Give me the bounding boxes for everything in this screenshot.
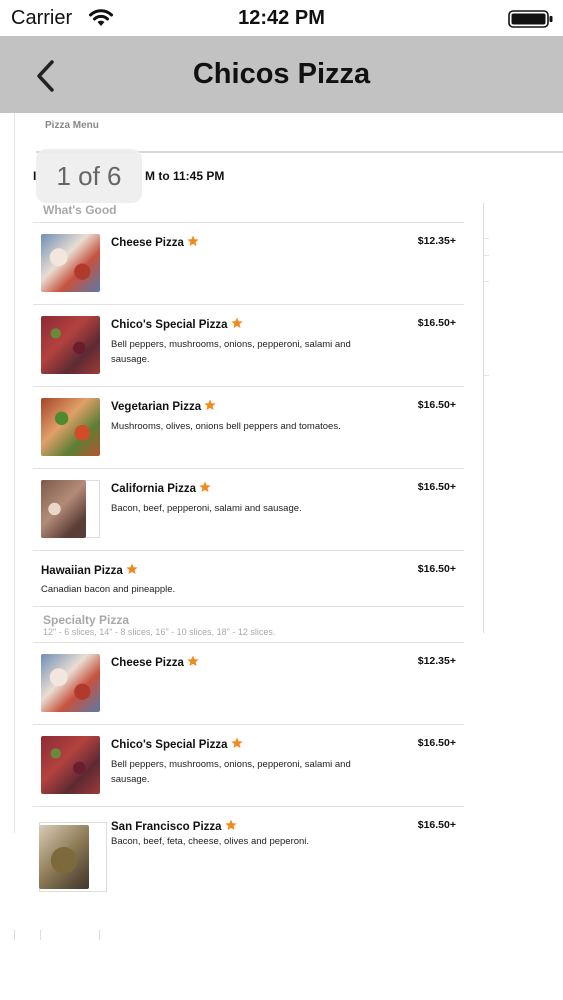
menu-item[interactable]: Cheese Pizza $12.35+ [33,643,464,725]
item-description: Bacon, beef, pepperoni, salami and sausa… [111,503,302,514]
section-subtitle: 12" - 6 slices, 14" - 8 slices, 16" - 10… [43,627,276,637]
divider [99,930,100,940]
star-icon [204,399,216,410]
item-description: Canadian bacon and pineapple. [41,584,176,595]
divider [40,930,41,940]
item-name: San Francisco Pizza [111,819,237,833]
pizza-photo [41,398,100,456]
item-price: $16.50+ [417,819,456,831]
item-name: California Pizza [111,481,211,495]
menu-item[interactable]: Chico's Special Pizza Bell peppers, mush… [33,725,464,807]
item-price: $16.50+ [417,481,456,493]
menu-item[interactable]: California Pizza Bacon, beef, pepperoni,… [33,469,464,551]
star-icon [224,819,237,830]
item-price: $16.50+ [417,737,456,749]
star-icon [230,317,243,328]
pizza-photo [41,234,100,292]
item-name: Cheese Pizza [111,235,199,249]
hours-text: M to 11:45 PM [145,169,225,183]
pizza-photo [41,316,100,374]
item-price: $16.50+ [417,563,456,575]
item-price: $12.35+ [417,235,456,247]
document-viewer[interactable]: Pizza Menu I M to 11:45 PM What's Good C… [0,113,563,1000]
item-description: Bell peppers, mushrooms, onions, peppero… [111,339,351,365]
status-time: 12:42 PM [238,7,325,29]
item-price: $12.35+ [417,655,456,667]
page-edge [14,113,15,833]
divider [33,606,464,607]
divider [483,375,489,376]
divider [14,930,15,940]
pizza-photo [41,480,86,538]
pizza-photo [39,825,89,889]
section-title: Specialty Pizza [43,613,130,627]
divider [483,238,489,239]
navigation-bar: Chicos Pizza [0,36,563,113]
menu-item[interactable]: Cheese Pizza $12.35+ [33,223,464,305]
menu-heading: Pizza Menu [45,120,99,131]
divider [483,281,489,282]
item-name: Chico's Special Pizza [111,317,243,331]
menu-item[interactable]: San Francisco Pizza Bacon, beef, feta, c… [33,807,464,897]
item-description: Mushrooms, olives, onions bell peppers a… [111,421,341,432]
star-icon [199,481,211,492]
item-name: Cheese Pizza [111,655,199,669]
battery-icon [508,10,553,28]
item-description: Bacon, beef, feta, cheese, olives and pe… [111,836,310,847]
pizza-photo [41,654,100,712]
status-bar: Carrier 12:42 PM [0,0,563,36]
page-title: Chicos Pizza [192,58,371,90]
item-name: Hawaiian Pizza [41,563,138,577]
divider [483,255,489,256]
page-edge-right [483,203,484,633]
star-icon [126,563,138,574]
item-name: Chico's Special Pizza [111,737,243,751]
menu-item[interactable]: Chico's Special Pizza Bell peppers, mush… [33,305,464,387]
menu-item[interactable]: Hawaiian Pizza Canadian bacon and pineap… [33,551,464,607]
menu-item[interactable]: Vegetarian Pizza Mushrooms, olives, onio… [33,387,464,469]
star-icon [187,235,199,246]
item-price: $16.50+ [417,317,456,329]
section-title: What's Good [43,203,117,217]
item-name: Vegetarian Pizza [111,399,216,413]
pizza-photo [41,736,100,794]
item-price: $16.50+ [417,399,456,411]
star-icon [187,655,199,666]
item-description: Bell peppers, mushrooms, onions, peppero… [111,759,351,785]
page-indicator[interactable]: 1 of 6 [36,149,142,203]
star-icon [230,737,243,748]
